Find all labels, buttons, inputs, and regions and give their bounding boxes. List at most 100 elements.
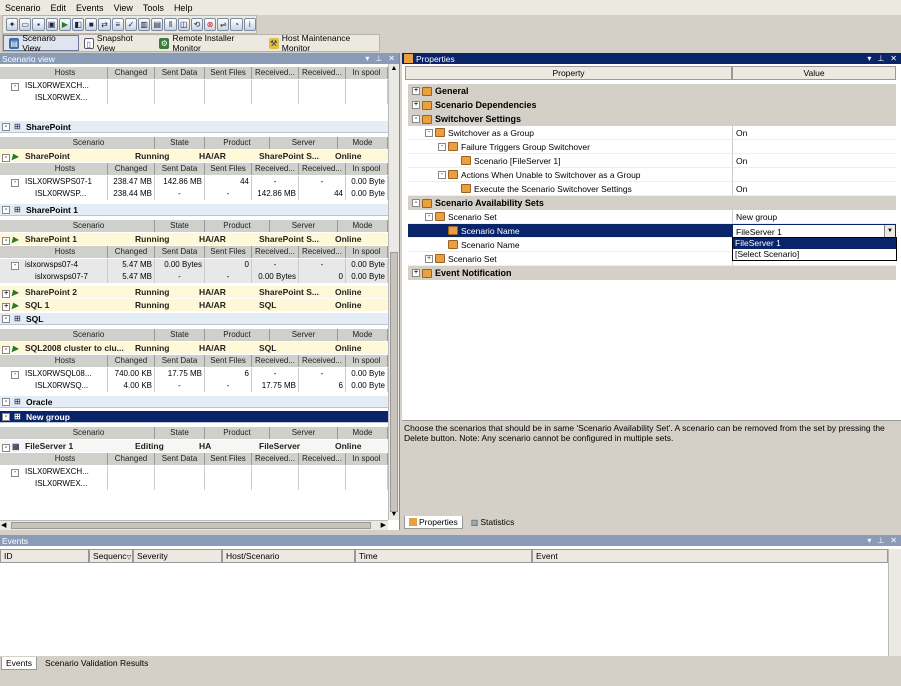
dropdown-option[interactable]: [Select Scenario] [733,249,896,260]
scroll-left-icon[interactable]: ◀ [1,521,6,529]
tab-events[interactable]: Events [1,657,37,670]
property-category[interactable]: + General [408,84,896,98]
col-event[interactable]: Event [532,549,888,563]
pane-dropdown-icon[interactable]: ▾ [365,54,369,63]
property-row[interactable]: - Failure Triggers Group Switchover [408,140,896,154]
dropdown-arrow-icon[interactable]: ▼ [884,225,895,237]
host-row[interactable]: - ISLX0RWSPS07-1 238.47 MB 142.86 MB 44 … [0,176,388,188]
scenario-name-select[interactable]: FileServer 1 ▼ [732,224,896,238]
collapse-icon[interactable]: - [438,170,446,179]
host-row[interactable]: ISLX0RWSQ... 4.00 KB - - 17.75 MB 6 0.00… [0,380,388,392]
suspend-icon[interactable]: ‖ [164,18,177,31]
restore-icon[interactable]: ⟲ [190,18,204,31]
col-changed[interactable]: Changed [108,67,155,79]
property-column-header[interactable]: Property [405,66,732,80]
remote-installer-button[interactable]: ⚙ Remote Installer Monitor [154,33,263,53]
property-row[interactable]: - Actions When Unable to Switchover as a … [408,168,896,182]
collapse-icon[interactable]: - [412,115,420,123]
menu-scenario[interactable]: Scenario [0,3,46,13]
expand-icon[interactable]: + [412,87,420,95]
scenario-row[interactable]: - ▶ SharePoint 1 Running HA/AR SharePoint… [0,233,388,245]
snapshot-view-button[interactable]: ▯ Snapshot View [79,33,155,53]
scenario-name-dropdown-list[interactable]: FileServer 1 [Select Scenario] [732,237,897,261]
scenario-row[interactable]: + ▶ SQL 1 Running HA/AR SQL Online [0,299,388,311]
menu-events[interactable]: Events [71,3,109,13]
host-row[interactable]: - ISLX0RWSQL08... 740.00 KB 17.75 MB 6 -… [0,368,388,380]
collapse-icon[interactable]: - [412,199,420,207]
pane-dropdown-icon[interactable]: ▾ [867,536,871,545]
group-row[interactable]: - ⊞ SharePoint [0,121,388,133]
property-value[interactable] [732,140,896,154]
col-received-files[interactable]: Received... [299,67,346,79]
host-maintenance-button[interactable]: ⚒ Host Maintenance Monitor [264,33,379,53]
scroll-down-icon[interactable]: ▼ [390,511,398,519]
col-received-data[interactable]: Received... [252,67,299,79]
scenario-row[interactable]: - ▶ SQL2008 cluster to clu... Running HA/… [0,342,388,354]
value-column-header[interactable]: Value [732,66,896,80]
scroll-up-icon[interactable]: ▲ [390,65,398,73]
property-value[interactable]: On [732,154,896,168]
property-value[interactable]: On [732,126,896,140]
property-category[interactable]: - Scenario Availability Sets [408,196,896,210]
group-row[interactable]: - ⊞ SharePoint 1 [0,204,388,216]
col-host-scenario[interactable]: Host/Scenario [222,549,355,563]
scenario-horizontal-scrollbar[interactable]: ◀ ▶ [0,520,388,530]
col-severity[interactable]: Severity [133,549,222,563]
scenario-row[interactable]: - ▶ SharePoint Running HA/AR SharePoint S… [0,150,388,162]
collapse-icon[interactable]: - [438,142,446,151]
report-icon[interactable]: ▥ [138,18,151,31]
menu-view[interactable]: View [109,3,138,13]
host-row[interactable]: ISLX0RWSP... 238.44 MB - - 142.86 MB 44 … [0,188,388,200]
pane-close-icon[interactable]: ✕ [388,54,395,63]
scroll-right-icon[interactable]: ▶ [381,521,386,529]
group-row[interactable]: - ⊞ New group [0,411,388,423]
property-row[interactable]: - Switchover as a Group On [408,126,896,140]
dropdown-option[interactable]: FileServer 1 [733,238,896,249]
pane-pin-icon[interactable]: ⊥ [877,536,884,545]
group-row[interactable]: - ⊞ Oracle [0,396,388,408]
property-value[interactable]: New group [732,210,896,224]
tab-scenario-validation[interactable]: Scenario Validation Results [41,657,152,670]
col-mode[interactable]: Mode [338,137,388,149]
host-row[interactable]: islxorwsps07-7 5.47 MB - - 0.00 Bytes 0 … [0,271,388,283]
hscroll-thumb[interactable] [11,522,371,529]
save-all-icon[interactable]: ▣ [45,18,58,31]
history-icon[interactable]: ◔ [230,18,243,31]
col-server[interactable]: Server [270,137,338,149]
property-row[interactable]: Scenario [FileServer 1] On [408,154,896,168]
col-time[interactable]: Time [355,549,532,563]
col-id[interactable]: ID [0,549,89,563]
scenario-view-button[interactable]: ▤ Scenario View [3,33,79,53]
property-value[interactable] [732,168,896,182]
integrity-test-icon[interactable]: ✓ [124,18,138,31]
col-hosts[interactable]: Hosts [23,67,108,79]
scenario-row[interactable]: + ▶ SharePoint 2 Running HA/AR SharePoint… [0,286,388,298]
statistics-icon[interactable]: ▤ [151,18,164,31]
scenario-row[interactable]: - ▦ FileServer 1 Editing HA FileServer On… [0,440,388,452]
collapse-icon[interactable]: - [425,128,433,137]
expand-icon[interactable]: + [412,269,420,277]
host-row[interactable]: - ISLX0RWEXCH... [0,466,388,478]
host-row[interactable]: - ISLX0RWEXCH... [0,80,388,92]
expand-icon[interactable]: + [425,254,433,263]
pane-dropdown-icon[interactable]: ▾ [867,54,871,63]
menu-help[interactable]: Help [169,3,198,13]
sync-icon[interactable]: ⇄ [98,18,111,31]
expand-icon[interactable]: + [412,101,420,109]
property-row[interactable]: Scenario Name FileServer 1 ▼ [408,224,896,238]
tab-properties[interactable]: Properties [404,516,463,529]
property-category[interactable]: + Scenario Dependencies [408,98,896,112]
pane-close-icon[interactable]: ✕ [890,54,897,63]
alert-icon[interactable]: ⊗ [204,18,217,31]
new-scenario-icon[interactable]: ✦ [6,18,19,31]
col-scenario[interactable]: Scenario [23,137,155,149]
property-category[interactable]: + Event Notification [408,266,896,280]
pane-close-icon[interactable]: ✕ [890,536,897,545]
col-sequence[interactable]: Sequenc▽ [89,549,133,563]
property-row[interactable]: - Scenario Set New group [408,210,896,224]
tab-statistics[interactable]: ▥ Statistics [467,516,519,529]
pane-pin-icon[interactable]: ⊥ [877,54,884,63]
host-row[interactable]: ISLX0RWEX... [0,92,388,104]
col-sent-data[interactable]: Sent Data [155,67,205,79]
collapse-icon[interactable]: - [425,212,433,221]
